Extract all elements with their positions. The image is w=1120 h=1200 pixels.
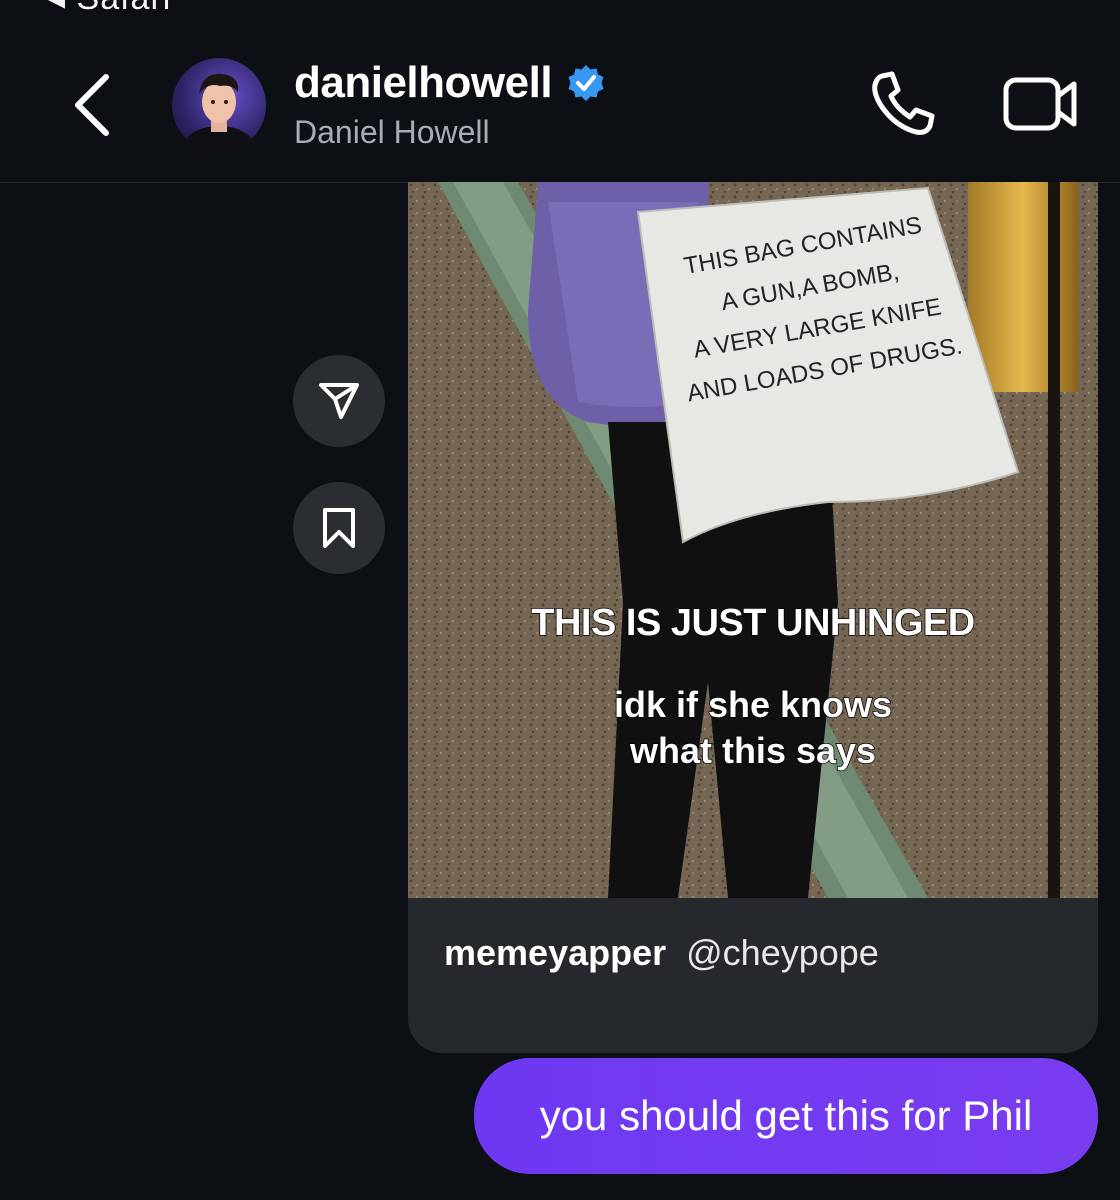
shared-post-card[interactable]: THIS BAG CONTAINS A GUN,A BOMB, A VERY L… bbox=[408, 182, 1098, 1053]
caption-line-2: what this says bbox=[629, 729, 877, 772]
phone-icon bbox=[872, 71, 935, 135]
profile-photo bbox=[183, 73, 255, 152]
full-name: Daniel Howell bbox=[294, 114, 490, 150]
send-icon bbox=[319, 383, 359, 419]
post-media[interactable]: THIS BAG CONTAINS A GUN,A BOMB, A VERY L… bbox=[408, 182, 1098, 898]
post-photo: THIS BAG CONTAINS A GUN,A BOMB, A VERY L… bbox=[408, 182, 1098, 898]
post-caption-title: THIS IS JUST UNHINGED bbox=[531, 601, 976, 645]
bookmark-icon bbox=[323, 508, 355, 548]
verified-badge-icon bbox=[568, 65, 604, 101]
post-caption-subtitle: idk if she knows what this says bbox=[408, 682, 1098, 774]
post-author[interactable]: memeyapper bbox=[444, 932, 666, 973]
avatar[interactable] bbox=[172, 58, 266, 152]
save-post-button[interactable] bbox=[293, 482, 385, 574]
back-button[interactable] bbox=[66, 70, 118, 140]
caption-line-1: idk if she knows bbox=[613, 683, 893, 726]
post-handle[interactable]: @cheypope bbox=[686, 932, 879, 973]
post-credit[interactable]: memeyapper @cheypope bbox=[444, 932, 879, 974]
video-camera-icon bbox=[1003, 77, 1077, 131]
sent-message-bubble[interactable]: you should get this for Phil bbox=[474, 1058, 1098, 1174]
chat-header: danielhowell Daniel Howell bbox=[0, 0, 1120, 183]
audio-call-button[interactable] bbox=[868, 68, 940, 140]
video-call-button[interactable] bbox=[1000, 72, 1080, 136]
username[interactable]: danielhowell bbox=[294, 58, 553, 108]
share-post-button[interactable] bbox=[293, 355, 385, 447]
chevron-left-icon bbox=[75, 74, 109, 136]
message-text: you should get this for Phil bbox=[539, 1092, 1033, 1139]
